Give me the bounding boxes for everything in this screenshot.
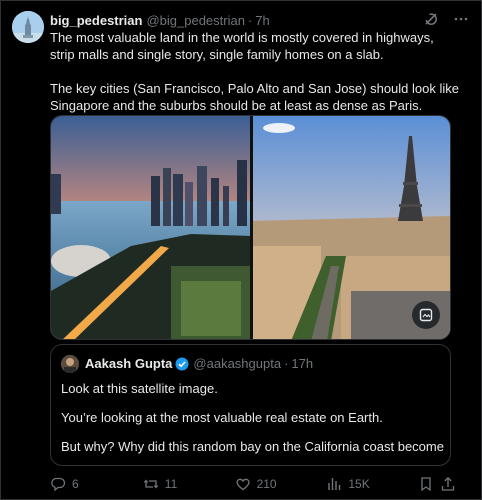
post-media[interactable] [50,115,451,340]
like-count: 210 [256,477,277,491]
alt-edit-icon[interactable] [412,301,440,329]
bookmark-icon [421,477,431,492]
media-divider [250,116,253,339]
post-header: big_pedestrian @big_pedestrian · 7h [50,11,469,29]
grok-icon[interactable] [423,11,439,30]
views-button[interactable]: 15K [326,476,418,492]
repost-icon [143,479,158,489]
quoted-header: Aakash Gupta @aakashgupta · 17h [85,356,313,371]
reply-icon [51,477,66,492]
avatar[interactable] [12,11,44,43]
quoted-handle[interactable]: @aakashgupta [193,356,281,371]
quoted-time[interactable]: 17h [291,356,313,371]
verified-badge-icon [175,357,189,371]
post-time[interactable]: 7h [255,13,269,28]
views-count: 15K [348,477,370,491]
quoted-line: Look at this satellite image. [61,381,218,396]
display-name[interactable]: big_pedestrian [50,13,142,28]
views-icon [328,478,341,490]
repost-button[interactable]: 11 [143,476,235,492]
repost-count: 11 [164,477,178,491]
quoted-text: Look at this satellite image. You’re loo… [61,380,446,467]
singapore-photo[interactable] [51,116,251,339]
reply-button[interactable]: 6 [50,476,143,492]
action-bar: 6 11 210 15K [50,475,460,493]
user-handle[interactable]: @big_pedestrian [146,13,244,28]
share-icon [441,476,455,491]
reply-count: 6 [72,477,79,491]
quoted-line: But why? Why did this random bay on the … [61,439,446,454]
header-actions [423,11,469,30]
quoted-line: You’re looking at the most valuable real… [61,410,383,425]
like-button[interactable]: 210 [235,476,327,492]
post-container: big_pedestrian @big_pedestrian · 7h The … [0,0,482,500]
paris-photo[interactable] [250,116,450,339]
avatar-image [12,11,44,43]
quoted-post[interactable]: Aakash Gupta @aakashgupta · 17h Look at … [50,344,451,466]
share-button[interactable] [440,476,460,492]
separator-dot: · [284,356,289,371]
like-icon [236,478,250,491]
bookmark-button[interactable] [418,476,440,492]
more-icon[interactable] [453,11,469,30]
quoted-display-name[interactable]: Aakash Gupta [85,356,172,371]
separator-dot: · [247,12,253,28]
quoted-avatar[interactable] [61,355,79,373]
post-text: The most valuable land in the world is m… [50,30,459,113]
